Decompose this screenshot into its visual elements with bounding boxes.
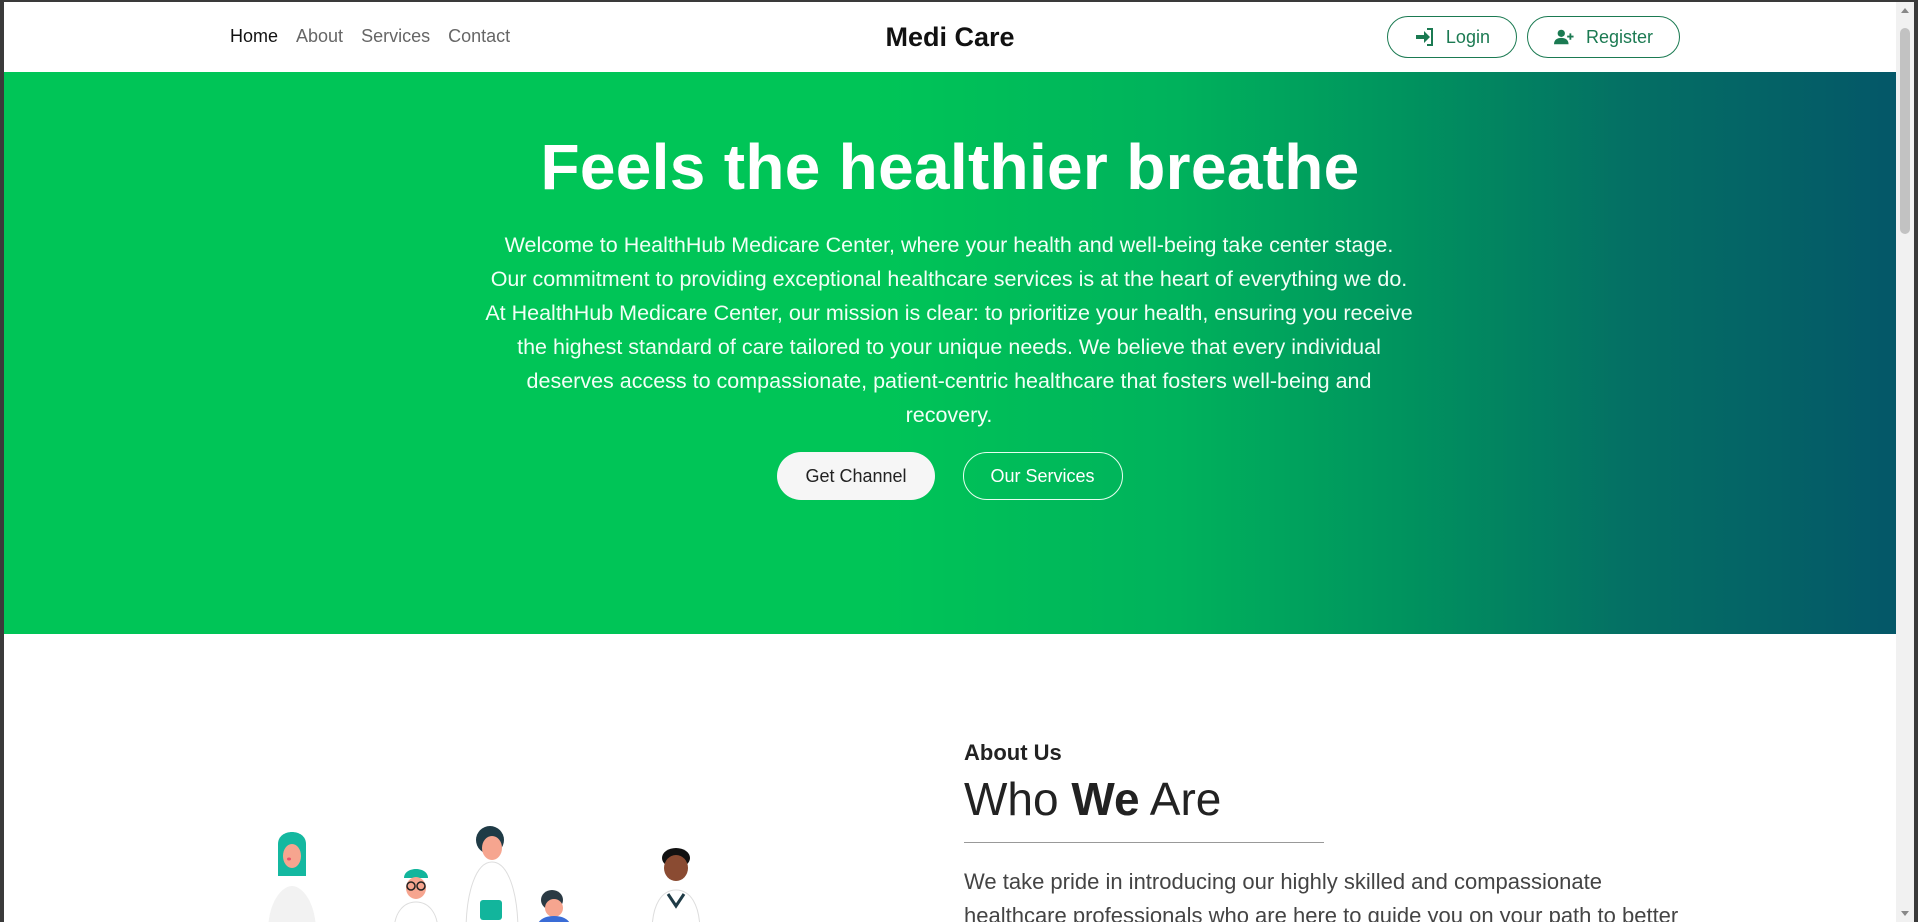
nav-services-link[interactable]: Services: [361, 26, 430, 47]
doctor-man-figure: [651, 848, 701, 922]
about-title-start: Who: [964, 773, 1072, 825]
nav-home-link[interactable]: Home: [230, 26, 278, 47]
login-label: Login: [1445, 26, 1490, 47]
scroll-down-arrow-icon[interactable]: [1896, 904, 1914, 922]
auth-buttons: Login Register: [1386, 16, 1680, 58]
about-kicker: About Us: [964, 740, 1062, 765]
hero-title: Feels the healthier breathe: [540, 131, 1360, 203]
about-body: We take pride in introducing our highly …: [964, 869, 1679, 922]
child-figure: [538, 890, 570, 922]
sign-in-icon: [1415, 28, 1433, 46]
about-title: Who We Are: [964, 772, 1684, 826]
browser-window: Home About Services Contact Medi Care Lo…: [4, 2, 1914, 922]
register-label: Register: [1585, 26, 1653, 47]
about-divider: [964, 842, 1324, 843]
get-channel-button[interactable]: Get Channel: [777, 452, 935, 500]
about-title-bold: We: [1071, 773, 1140, 825]
hero-description: Welcome to HealthHub Medicare Center, wh…: [485, 233, 1413, 427]
nav-links: Home About Services Contact: [230, 26, 510, 47]
nav-about-link[interactable]: About: [296, 26, 343, 47]
register-button[interactable]: Register: [1526, 16, 1680, 58]
our-services-button[interactable]: Our Services: [962, 452, 1123, 500]
login-button[interactable]: Login: [1386, 16, 1517, 58]
nav-contact-link[interactable]: Contact: [448, 26, 510, 47]
hero-section: Feels the healthier breathe Welcome to H…: [4, 72, 1896, 634]
doctor-glasses-figure: [394, 869, 438, 922]
doctor-hijab-figure: [268, 832, 316, 922]
doctors-illustration: [244, 822, 744, 922]
vertical-scrollbar[interactable]: [1896, 2, 1914, 922]
page: Home About Services Contact Medi Care Lo…: [4, 2, 1896, 922]
hero-buttons: Get Channel Our Services: [4, 452, 1896, 500]
about-section: About Us Who We Are We take pride in int…: [964, 740, 1684, 922]
scroll-up-arrow-icon[interactable]: [1896, 2, 1914, 20]
doctor-ponytail-figure: [465, 826, 519, 922]
brand-logo-text[interactable]: Medi Care: [885, 22, 1014, 52]
navbar: Home About Services Contact Medi Care Lo…: [4, 2, 1896, 72]
scrollbar-thumb[interactable]: [1900, 28, 1910, 234]
about-title-end: Are: [1139, 773, 1222, 825]
user-plus-icon: [1553, 29, 1574, 45]
